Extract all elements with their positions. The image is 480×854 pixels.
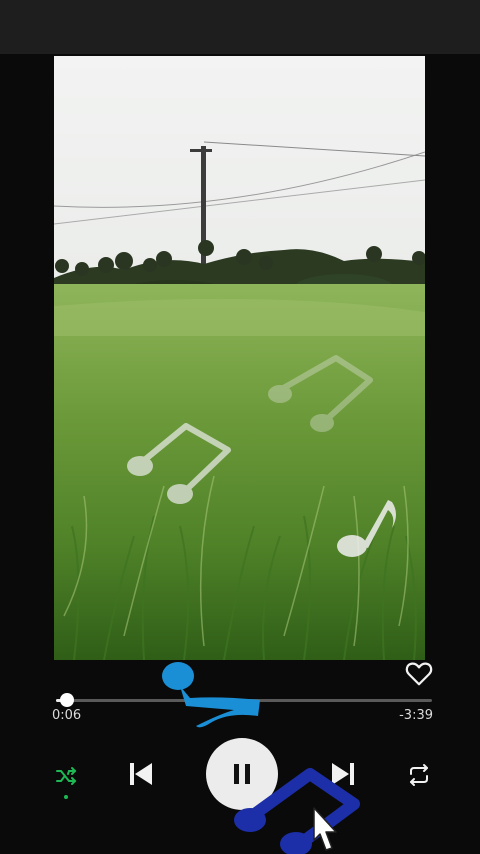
seek-bar-handle[interactable] xyxy=(60,693,75,707)
music-note-icon xyxy=(162,662,260,728)
shuffle-active-indicator xyxy=(64,795,68,799)
status-bar xyxy=(0,0,480,54)
remaining-time: -3:39 xyxy=(399,708,433,723)
heart-outline-icon[interactable] xyxy=(404,658,434,688)
skip-previous-icon[interactable] xyxy=(126,759,156,789)
music-note-icon xyxy=(268,355,373,432)
music-note-icon xyxy=(337,500,396,557)
music-note-icon xyxy=(127,423,231,504)
repeat-icon[interactable] xyxy=(406,762,432,788)
touch-pointer-icon xyxy=(313,807,337,851)
elapsed-time: 0:06 xyxy=(52,708,82,723)
shuffle-icon[interactable] xyxy=(54,764,78,788)
music-note-icon xyxy=(234,768,360,854)
